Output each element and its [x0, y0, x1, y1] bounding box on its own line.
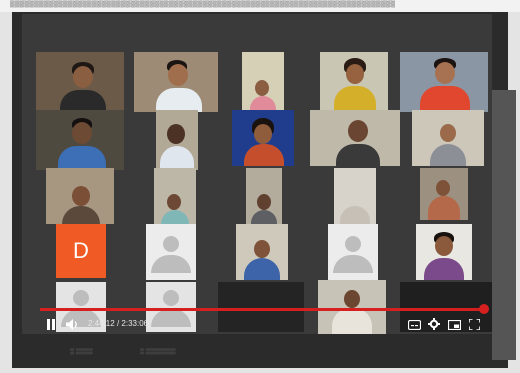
participant-tile — [400, 52, 488, 112]
participant-tile — [412, 110, 484, 166]
participant-tile — [420, 168, 468, 220]
pause-icon — [46, 315, 56, 334]
participant-tile — [154, 168, 196, 224]
progress-bar[interactable] — [40, 304, 489, 314]
participant-tile — [36, 52, 124, 112]
fullscreen-icon — [467, 315, 481, 334]
progress-scrubber[interactable] — [478, 304, 489, 314]
participant-tile — [232, 110, 294, 166]
current-time: 2:44:12 — [88, 319, 115, 328]
participant-tile — [36, 110, 124, 170]
participant-tile — [46, 168, 114, 224]
settings-button[interactable] — [426, 316, 442, 332]
participant-tile — [156, 110, 198, 170]
player-controls: 2:44:12 / 2:33:06 — [40, 316, 488, 332]
pause-button[interactable] — [44, 316, 58, 332]
subtitles-icon — [407, 315, 421, 334]
miniplayer-icon — [447, 315, 461, 334]
blurred-browser-text: ▒▒▒▒▒▒▒▒▒▒▒▒▒▒▒▒▒▒▒▒▒▒▒▒▒▒▒▒▒▒▒▒▒▒▒▒▒▒▒▒… — [0, 0, 520, 12]
subtitles-button[interactable] — [406, 316, 422, 332]
participant-tile — [310, 110, 400, 166]
default-avatar-icon — [333, 236, 373, 273]
gear-icon — [428, 315, 440, 334]
participant-tile — [320, 52, 388, 112]
blurred-text-line: ▒▒▒▒▒▒▒▒▒▒▒▒▒▒▒▒▒▒▒▒▒▒▒▒▒▒▒▒▒▒▒▒▒▒▒▒▒▒▒▒… — [10, 1, 396, 8]
volume-icon — [65, 315, 79, 334]
progress-bar-fill — [40, 308, 484, 311]
blurred-caption-left: ▒ ▒▒▒▒ — [70, 349, 93, 355]
participant-placeholder-tile — [328, 224, 378, 280]
video-player[interactable]: D — [22, 14, 492, 334]
participant-tile — [242, 52, 284, 112]
time-separator: / — [116, 319, 120, 328]
miniplayer-button[interactable] — [446, 316, 462, 332]
participant-tile — [246, 168, 282, 224]
participant-tile — [334, 168, 376, 224]
participant-tile — [416, 224, 472, 280]
participant-placeholder-tile — [146, 224, 196, 280]
fullscreen-button[interactable] — [466, 316, 482, 332]
monitor-edge — [492, 90, 516, 360]
default-avatar-icon — [151, 236, 191, 273]
time-display: 2:44:12 / 2:33:06 — [88, 318, 148, 330]
blurred-caption-right: ▒ ▒▒▒▒▒▒▒ — [140, 349, 176, 355]
participant-initial-tile: D — [56, 224, 106, 278]
duration: 2:33:06 — [121, 319, 149, 328]
participant-initial: D — [73, 238, 89, 263]
volume-button[interactable] — [64, 316, 80, 332]
participant-tile — [134, 52, 218, 112]
participant-tile — [236, 224, 288, 280]
